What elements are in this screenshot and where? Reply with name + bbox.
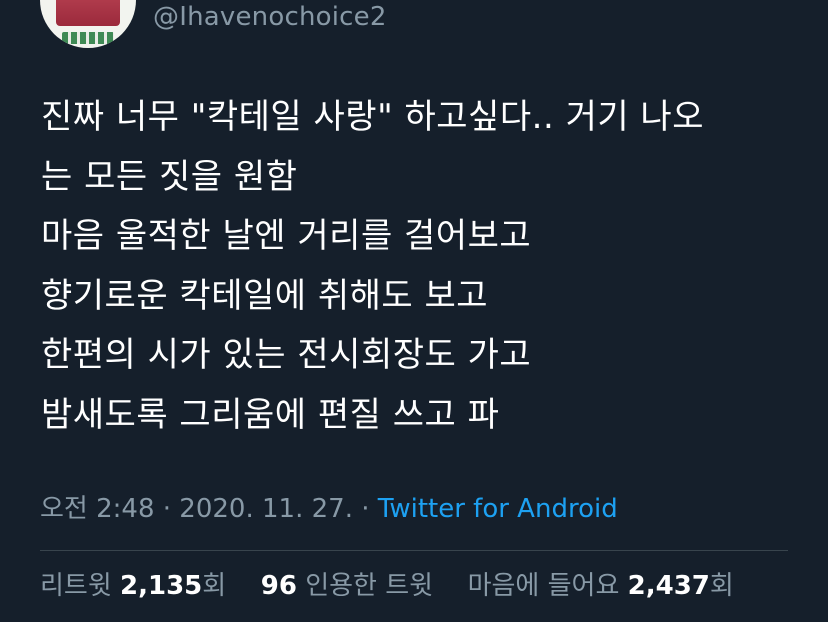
tweet-date[interactable]: 2020. 11. 27. <box>179 494 353 524</box>
avatar-strip <box>62 32 114 44</box>
tweet-line: 밤새도록 그리움에 편질 쓰고 파 <box>41 394 500 435</box>
tweet-line: 향기로운 칵테일에 취해도 보고 <box>41 275 489 316</box>
tweet-text: 진짜 너무 "칵테일 사랑" 하고싶다.. 거기 나오 는 모든 짓을 원함 마… <box>41 88 801 445</box>
tweet-line: 는 모든 짓을 원함 <box>41 156 298 197</box>
meta-separator: · <box>361 494 370 524</box>
retweets-stat[interactable]: 리트윗 2,135회 <box>40 571 234 601</box>
retweets-label: 리트윗 <box>40 571 112 601</box>
likes-count: 2,437 <box>627 571 710 601</box>
tweet-time[interactable]: 오전 2:48 <box>40 494 155 524</box>
author-handle[interactable]: @Ihavenochoice2 <box>153 0 387 34</box>
likes-label: 마음에 들어요 <box>467 571 620 601</box>
quotes-stat[interactable]: 96 인용한 트윗 <box>261 571 442 601</box>
meta-separator: · <box>162 494 172 524</box>
tweet-line: 마음 울적한 날엔 거리를 걸어보고 <box>41 216 532 256</box>
author-avatar[interactable] <box>40 0 136 48</box>
tweet-line: 진짜 너무 "칵테일 사랑" 하고싶다.. 거기 나오 <box>41 97 704 137</box>
likes-stat[interactable]: 마음에 들어요 2,437회 <box>468 571 734 601</box>
tweet-meta: 오전 2:48 · 2020. 11. 27. · Twitter for An… <box>40 491 618 527</box>
stats-divider <box>40 550 788 551</box>
likes-unit: 회 <box>709 571 734 601</box>
tweet-line: 한편의 시가 있는 전시회장도 가고 <box>41 335 532 375</box>
engagement-stats: 리트윗 2,135회 96 인용한 트윗 마음에 들어요 2,437회 <box>40 567 734 605</box>
quotes-count: 96 <box>260 571 297 601</box>
retweets-count: 2,135 <box>120 571 203 601</box>
quotes-label: 인용한 트윗 <box>305 571 434 601</box>
retweets-unit: 회 <box>202 571 227 601</box>
tweet-source-link[interactable]: Twitter for Android <box>378 494 618 524</box>
avatar-photo <box>56 0 120 26</box>
